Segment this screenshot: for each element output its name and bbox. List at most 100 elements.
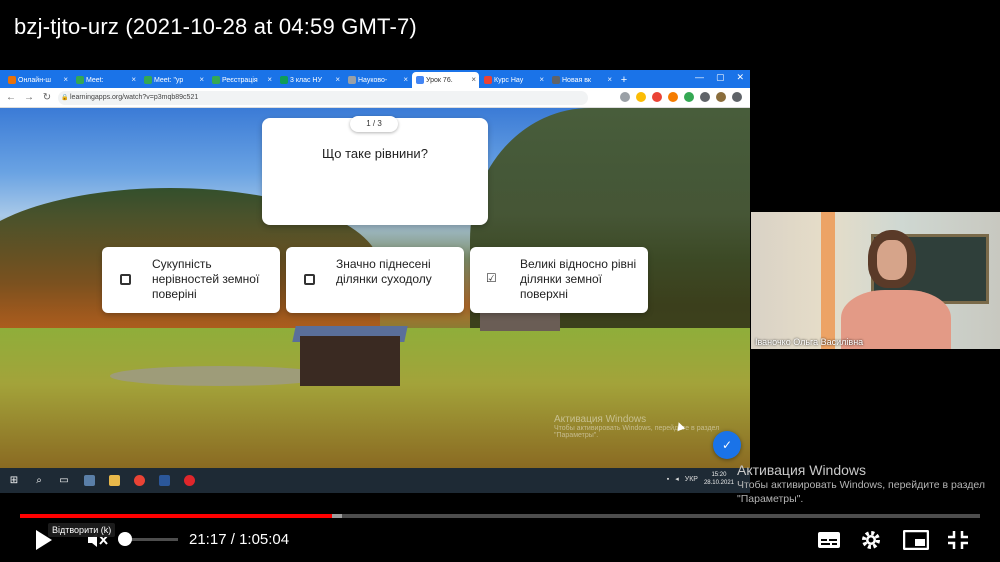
- settings-gear-icon[interactable]: [860, 529, 884, 549]
- check-answers-button[interactable]: ✓: [713, 431, 741, 459]
- star-icon[interactable]: [636, 92, 646, 102]
- maximize-icon[interactable]: ▢: [716, 72, 725, 83]
- browser-tab-6[interactable]: Науково- ×: [344, 72, 411, 88]
- tab-favicon-icon: [212, 76, 220, 84]
- answer-text: Значно піднесені ділянки суходолу: [336, 257, 432, 286]
- chrome-icon[interactable]: [128, 472, 150, 490]
- answer-option-2[interactable]: Значно піднесені ділянки суходолу: [286, 247, 464, 313]
- search-icon[interactable]: ⌕: [28, 472, 50, 490]
- lock-icon: 🔒: [61, 95, 69, 101]
- task-view-icon[interactable]: ▭: [53, 472, 75, 490]
- tab-close-icon[interactable]: ×: [267, 75, 272, 84]
- save-icon[interactable]: [78, 472, 100, 490]
- url-text: learningapps.org/watch?v=p3mqb89c521: [70, 94, 199, 101]
- checked-checkbox-icon[interactable]: ☑: [486, 271, 497, 285]
- volume-icon[interactable]: ◂: [675, 475, 679, 483]
- extension-icons: [620, 92, 742, 102]
- extension-icon[interactable]: [684, 92, 694, 102]
- webcam-window: [821, 212, 835, 349]
- checkbox-icon[interactable]: [304, 274, 315, 285]
- minimize-icon[interactable]: —: [695, 72, 704, 83]
- browser-tab-3[interactable]: Meet: "ур ×: [140, 72, 207, 88]
- tab-close-icon[interactable]: ×: [471, 75, 476, 84]
- tab-label: Meet:: [86, 76, 104, 84]
- participant-name: Іваночко Ольга Василівна: [755, 337, 864, 347]
- time-current: 21:17: [189, 531, 227, 548]
- answer-text: Великі відносно рівні ділянки земної пов…: [520, 257, 637, 301]
- profile-avatar[interactable]: [716, 92, 726, 102]
- question-card: 1 / 3 Що таке рівнини?: [262, 116, 488, 225]
- background-road: [110, 366, 330, 386]
- exit-fullscreen-icon[interactable]: [947, 530, 971, 550]
- webcam-video: Іваночко Ольга Василівна: [751, 212, 1000, 349]
- question-text: Що таке рівнини?: [322, 146, 428, 161]
- browser-tab-5[interactable]: 3 клас НУ ×: [276, 72, 343, 88]
- checkbox-icon[interactable]: [120, 274, 131, 285]
- answer-text: Сукупність нерівностей земної поверіні: [152, 257, 260, 301]
- opera-icon[interactable]: [178, 472, 200, 490]
- tab-favicon-icon: [280, 76, 288, 84]
- close-icon[interactable]: ✕: [736, 72, 744, 83]
- time-display: 21:17 / 1:05:04: [189, 531, 289, 548]
- back-icon[interactable]: ←: [4, 92, 18, 103]
- progress-bar[interactable]: [20, 514, 980, 518]
- browser-tab-2[interactable]: Meet: ×: [72, 72, 139, 88]
- tab-close-icon[interactable]: ×: [607, 75, 612, 84]
- watermark-title: Активация Windows: [554, 414, 647, 425]
- menu-icon[interactable]: [732, 92, 742, 102]
- background-barn: [300, 336, 400, 386]
- learningapps-page: 1 / 3 Що таке рівнини? Сукупність нерівн…: [0, 108, 750, 468]
- tab-close-icon[interactable]: ×: [199, 75, 204, 84]
- window-controls: — ▢ ✕: [695, 72, 744, 83]
- play-tooltip: Відтворити (k): [48, 523, 116, 537]
- shield-extension-icon[interactable]: [668, 92, 678, 102]
- network-icon[interactable]: ▪: [667, 476, 669, 483]
- volume-handle[interactable]: [118, 532, 132, 546]
- puzzle-icon[interactable]: [700, 92, 710, 102]
- tab-favicon-icon: [76, 76, 84, 84]
- windows-taskbar: ⊞ ⌕ ▭ ▪ ◂ УКР 15:20 28.10.2021: [0, 468, 750, 493]
- time-separator: /: [226, 531, 240, 548]
- question-counter: 1 / 3: [350, 116, 398, 132]
- browser-tab-7[interactable]: Урок 76. ×: [412, 72, 479, 88]
- browser-tab-4[interactable]: Реєстрація ×: [208, 72, 275, 88]
- zoom-icon[interactable]: [620, 92, 630, 102]
- tab-favicon-icon: [144, 76, 152, 84]
- clock-time: 15:20: [711, 472, 727, 478]
- folder-icon[interactable]: [103, 472, 125, 490]
- tab-label: Курс Нау: [494, 76, 524, 84]
- clock[interactable]: 15:20 28.10.2021: [704, 471, 734, 487]
- browser-address-bar: ← → ↻ 🔒 learningapps.org/watch?v=p3mqb89…: [0, 88, 750, 108]
- answer-option-1[interactable]: Сукупність нерівностей земної поверіні: [102, 247, 280, 313]
- tab-favicon-icon: [552, 76, 560, 84]
- tab-close-icon[interactable]: ×: [131, 75, 136, 84]
- opera-extension-icon[interactable]: [652, 92, 662, 102]
- browser-tab-9[interactable]: Новая вк ×: [548, 72, 615, 88]
- miniplayer-icon[interactable]: [902, 529, 930, 551]
- reload-icon[interactable]: ↻: [40, 92, 54, 103]
- shared-screen: Онлайн-ш × Meet: × Meet: "ур × Реєстрація × 3 кл…: [0, 70, 750, 493]
- browser-tab-1[interactable]: Онлайн-ш ×: [4, 72, 71, 88]
- subtitles-icon[interactable]: [817, 530, 841, 550]
- tab-label: Науково-: [358, 76, 388, 84]
- new-tab-button[interactable]: +: [616, 72, 632, 88]
- activation-title: Активация Windows: [737, 462, 867, 478]
- background-house: [480, 313, 560, 331]
- tab-close-icon[interactable]: ×: [403, 75, 408, 84]
- tab-close-icon[interactable]: ×: [335, 75, 340, 84]
- tab-favicon-icon: [348, 76, 356, 84]
- tab-favicon-icon: [416, 76, 424, 84]
- tab-label: Новая вк: [562, 76, 591, 84]
- tab-close-icon[interactable]: ×: [539, 75, 544, 84]
- answer-option-3[interactable]: ☑ Великі відносно рівні ділянки земної п…: [470, 247, 648, 313]
- browser-tab-8[interactable]: Курс Нау ×: [480, 72, 547, 88]
- url-field[interactable]: 🔒 learningapps.org/watch?v=p3mqb89c521: [58, 91, 588, 105]
- webcam-person-face: [877, 240, 907, 280]
- word-icon[interactable]: [153, 472, 175, 490]
- forward-icon[interactable]: →: [22, 92, 36, 103]
- tab-label: Meet: "ур: [154, 76, 184, 84]
- language-indicator[interactable]: УКР: [685, 476, 698, 483]
- volume-slider[interactable]: [128, 538, 178, 541]
- windows-start-icon[interactable]: ⊞: [3, 472, 25, 490]
- tab-close-icon[interactable]: ×: [63, 75, 68, 84]
